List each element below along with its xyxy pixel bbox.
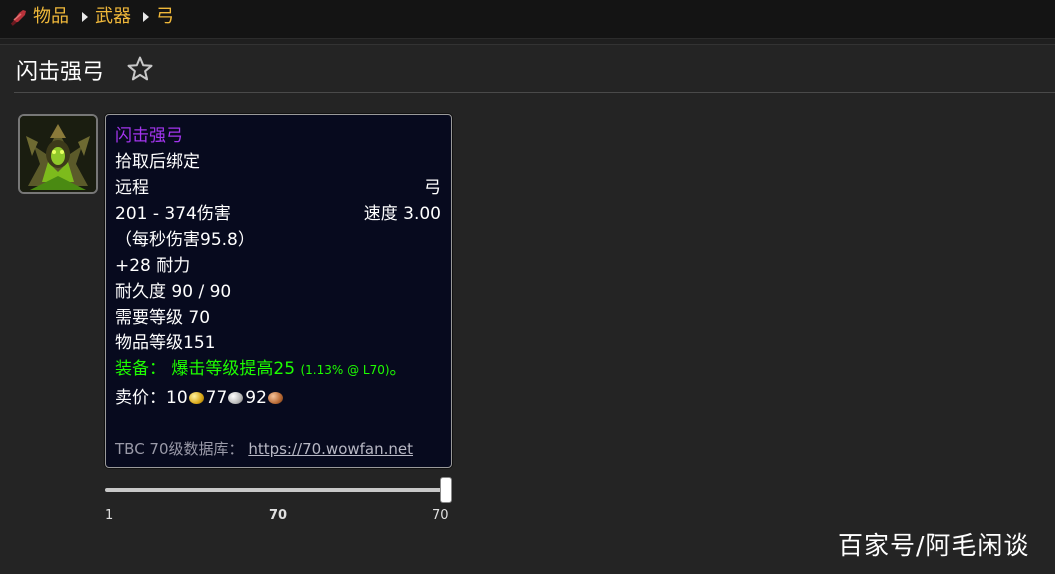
equip-effect: 爆击等级提高25 <box>171 359 296 379</box>
item-level: 物品等级151 <box>115 333 216 353</box>
silver-coin-icon <box>228 392 244 404</box>
item-sell-price: 卖价：10 77 92 <box>115 387 285 409</box>
item-durability: 耐久度 90 / 90 <box>115 282 232 302</box>
database-note: TBC 70级数据库： https://70.wowfan.net <box>115 438 413 459</box>
item-damage: 201 - 374伤害 <box>115 204 231 224</box>
breadcrumb-separator-icon <box>143 12 149 22</box>
breadcrumb-item-items[interactable]: 物品 <box>33 5 69 29</box>
database-label: TBC 70级数据库： <box>115 440 244 458</box>
top-bar: 物品 武器 弓 <box>0 0 1055 39</box>
item-name: 闪击强弓 <box>115 126 183 146</box>
item-binding: 拾取后绑定 <box>115 152 200 172</box>
item-required-level: 需要等级 70 <box>115 308 211 328</box>
sell-label: 卖价： <box>115 388 166 408</box>
item-speed: 速度 3.00 <box>363 204 441 224</box>
slider-max-label: 70 <box>432 508 449 523</box>
copper-coin-icon <box>267 392 283 404</box>
breadcrumb-item-bows[interactable]: 弓 <box>156 5 174 29</box>
weapon-category-icon[interactable] <box>9 7 29 27</box>
level-slider-track[interactable] <box>105 488 448 492</box>
level-slider-thumb[interactable] <box>440 477 452 503</box>
database-link[interactable]: https://70.wowfan.net <box>248 440 413 458</box>
item-stamina: +28 耐力 <box>115 256 191 276</box>
slider-current-label: 70 <box>269 508 288 523</box>
star-outline-icon[interactable] <box>126 55 154 83</box>
sell-gold: 10 <box>166 388 188 408</box>
item-tooltip: 闪击强弓 拾取后绑定 远程 弓 201 - 374伤害 速度 3.00 （每秒伤… <box>105 114 452 468</box>
item-equip-line: 装备： 爆击等级提高25 (1.13% @ L70)。 <box>115 358 407 381</box>
title-divider <box>14 92 1055 93</box>
item-type: 弓 <box>424 178 441 198</box>
item-dps: （每秒伤害95.8） <box>115 230 255 250</box>
slider-min-label: 1 <box>105 508 114 523</box>
equip-label: 装备： <box>115 359 166 379</box>
watermark-text: 百家号/阿毛闲谈 <box>838 531 1030 560</box>
sell-copper: 92 <box>245 388 267 408</box>
breadcrumb-separator-icon <box>82 12 88 22</box>
equip-note: (1.13% @ L70) <box>300 363 390 377</box>
item-slot: 远程 <box>115 178 149 198</box>
breadcrumb-item-weapons[interactable]: 武器 <box>95 5 131 29</box>
page-title: 闪击强弓 <box>16 60 105 85</box>
item-portrait-icon[interactable] <box>18 114 98 194</box>
sell-silver: 77 <box>205 388 228 408</box>
equip-end: 。 <box>389 359 407 379</box>
gold-coin-icon <box>188 392 204 404</box>
